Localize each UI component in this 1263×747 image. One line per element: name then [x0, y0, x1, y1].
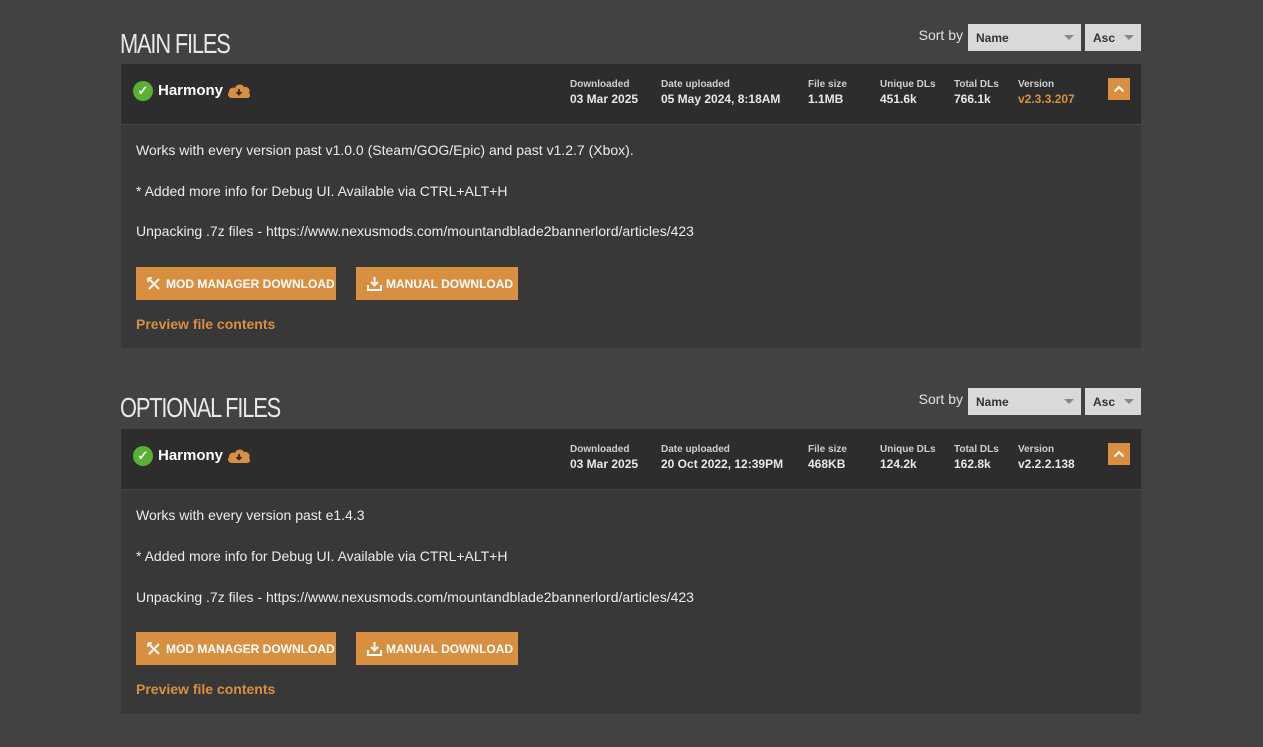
stat-total-dls: Total DLs 766.1k — [954, 79, 999, 107]
stat-total-dls: Total DLs 162.8k — [954, 444, 999, 472]
file-header[interactable]: ✓ Harmony Downloaded 03 Mar 2025 Date up… — [121, 64, 1141, 125]
collapse-toggle-button[interactable] — [1108, 78, 1130, 100]
chevron-down-icon — [1124, 35, 1134, 40]
sort-field-select[interactable]: Name — [968, 24, 1081, 51]
description-line: Works with every version past e1.4.3 — [136, 507, 365, 523]
check-icon: ✓ — [133, 446, 153, 466]
button-label: MOD MANAGER DOWNLOAD — [166, 641, 335, 656]
sort-controls: Sort by Name Asc — [919, 24, 1141, 51]
sort-direction-select[interactable]: Asc — [1085, 24, 1141, 51]
description-line: * Added more info for Debug UI. Availabl… — [136, 183, 508, 199]
stat-version: Version v2.3.3.207 — [1018, 79, 1075, 107]
stat-value: 1.1MB — [808, 92, 844, 106]
stat-label: Date uploaded — [661, 444, 730, 455]
sort-field-select[interactable]: Name — [968, 388, 1081, 415]
stat-label: File size — [808, 444, 847, 455]
stat-file-size: File size 468KB — [808, 444, 847, 472]
stat-date-uploaded: Date uploaded 05 May 2024, 8:18AM — [661, 79, 780, 107]
sort-controls: Sort by Name Asc — [919, 388, 1141, 415]
sort-direction-value: Asc — [1093, 30, 1116, 45]
stat-label: Total DLs — [954, 79, 999, 90]
sort-field-value: Name — [976, 394, 1009, 409]
stat-label: Date uploaded — [661, 79, 730, 90]
stat-value: v2.2.2.138 — [1018, 457, 1075, 471]
stat-label: Version — [1018, 444, 1055, 455]
stat-label: Downloaded — [570, 79, 630, 90]
stat-value: 162.8k — [954, 457, 991, 471]
stat-label: Version — [1018, 79, 1055, 90]
stat-unique-dls: Unique DLs 124.2k — [880, 444, 936, 472]
stat-value: v2.3.3.207 — [1018, 92, 1075, 106]
stat-label: Downloaded — [570, 444, 630, 455]
chevron-down-icon — [1064, 35, 1074, 40]
file-name: Harmony — [158, 82, 224, 99]
sort-direction-select[interactable]: Asc — [1085, 388, 1141, 415]
stat-version: Version v2.2.2.138 — [1018, 444, 1075, 472]
section-title: MAIN FILES — [120, 28, 231, 59]
button-label: MANUAL DOWNLOAD — [386, 276, 514, 291]
chevron-down-icon — [1064, 399, 1074, 404]
button-label: MOD MANAGER DOWNLOAD — [166, 276, 335, 291]
stat-value: 124.2k — [880, 457, 917, 471]
mod-manager-icon — [146, 641, 162, 657]
stat-unique-dls: Unique DLs 451.6k — [880, 79, 936, 107]
section-title: OPTIONAL FILES — [120, 392, 281, 423]
sort-field-value: Name — [976, 30, 1009, 45]
mod-manager-download-button[interactable]: MOD MANAGER DOWNLOAD — [136, 267, 336, 300]
mod-manager-icon — [146, 276, 162, 292]
sort-direction-value: Asc — [1093, 394, 1116, 409]
check-icon: ✓ — [133, 81, 153, 101]
stat-downloaded: Downloaded 03 Mar 2025 — [570, 444, 638, 472]
stat-label: Unique DLs — [880, 79, 936, 90]
manual-download-button[interactable]: MANUAL DOWNLOAD — [356, 632, 518, 665]
stat-label: Total DLs — [954, 444, 999, 455]
mod-manager-download-button[interactable]: MOD MANAGER DOWNLOAD — [136, 632, 336, 665]
stat-value: 451.6k — [880, 92, 917, 106]
stat-file-size: File size 1.1MB — [808, 79, 847, 107]
file-body: Works with every version past e1.4.3 * A… — [121, 490, 1141, 714]
sort-label: Sort by — [918, 26, 963, 43]
stat-downloaded: Downloaded 03 Mar 2025 — [570, 79, 638, 107]
stat-value: 05 May 2024, 8:18AM — [661, 92, 781, 106]
file-name: Harmony — [158, 447, 224, 464]
chevron-down-icon — [1124, 399, 1134, 404]
stat-value: 03 Mar 2025 — [570, 92, 639, 106]
manual-download-button[interactable]: MANUAL DOWNLOAD — [356, 267, 518, 300]
file-header[interactable]: ✓ Harmony Downloaded 03 Mar 2025 Date up… — [121, 429, 1141, 490]
button-label: MANUAL DOWNLOAD — [386, 641, 514, 656]
cloud-download-icon — [228, 84, 251, 98]
stat-value: 468KB — [808, 457, 846, 471]
stat-value: 20 Oct 2022, 12:39PM — [661, 457, 784, 471]
description-line: Works with every version past v1.0.0 (St… — [136, 142, 634, 158]
description-line: * Added more info for Debug UI. Availabl… — [136, 548, 508, 564]
chevron-up-icon — [1113, 450, 1125, 458]
stat-value: 766.1k — [954, 92, 991, 106]
description-line: Unpacking .7z files - https://www.nexusm… — [136, 223, 694, 239]
download-icon — [366, 641, 382, 657]
stat-value: 03 Mar 2025 — [570, 457, 639, 471]
cloud-download-icon — [228, 449, 251, 463]
chevron-up-icon — [1113, 85, 1125, 93]
sort-label: Sort by — [918, 390, 963, 407]
description-line: Unpacking .7z files - https://www.nexusm… — [136, 589, 694, 605]
preview-file-contents-link[interactable]: Preview file contents — [136, 681, 275, 697]
stat-label: Unique DLs — [880, 444, 936, 455]
file-body: Works with every version past v1.0.0 (St… — [121, 125, 1141, 348]
download-icon — [366, 276, 382, 292]
stat-date-uploaded: Date uploaded 20 Oct 2022, 12:39PM — [661, 444, 783, 472]
collapse-toggle-button[interactable] — [1108, 443, 1130, 465]
preview-file-contents-link[interactable]: Preview file contents — [136, 316, 275, 332]
stat-label: File size — [808, 79, 847, 90]
